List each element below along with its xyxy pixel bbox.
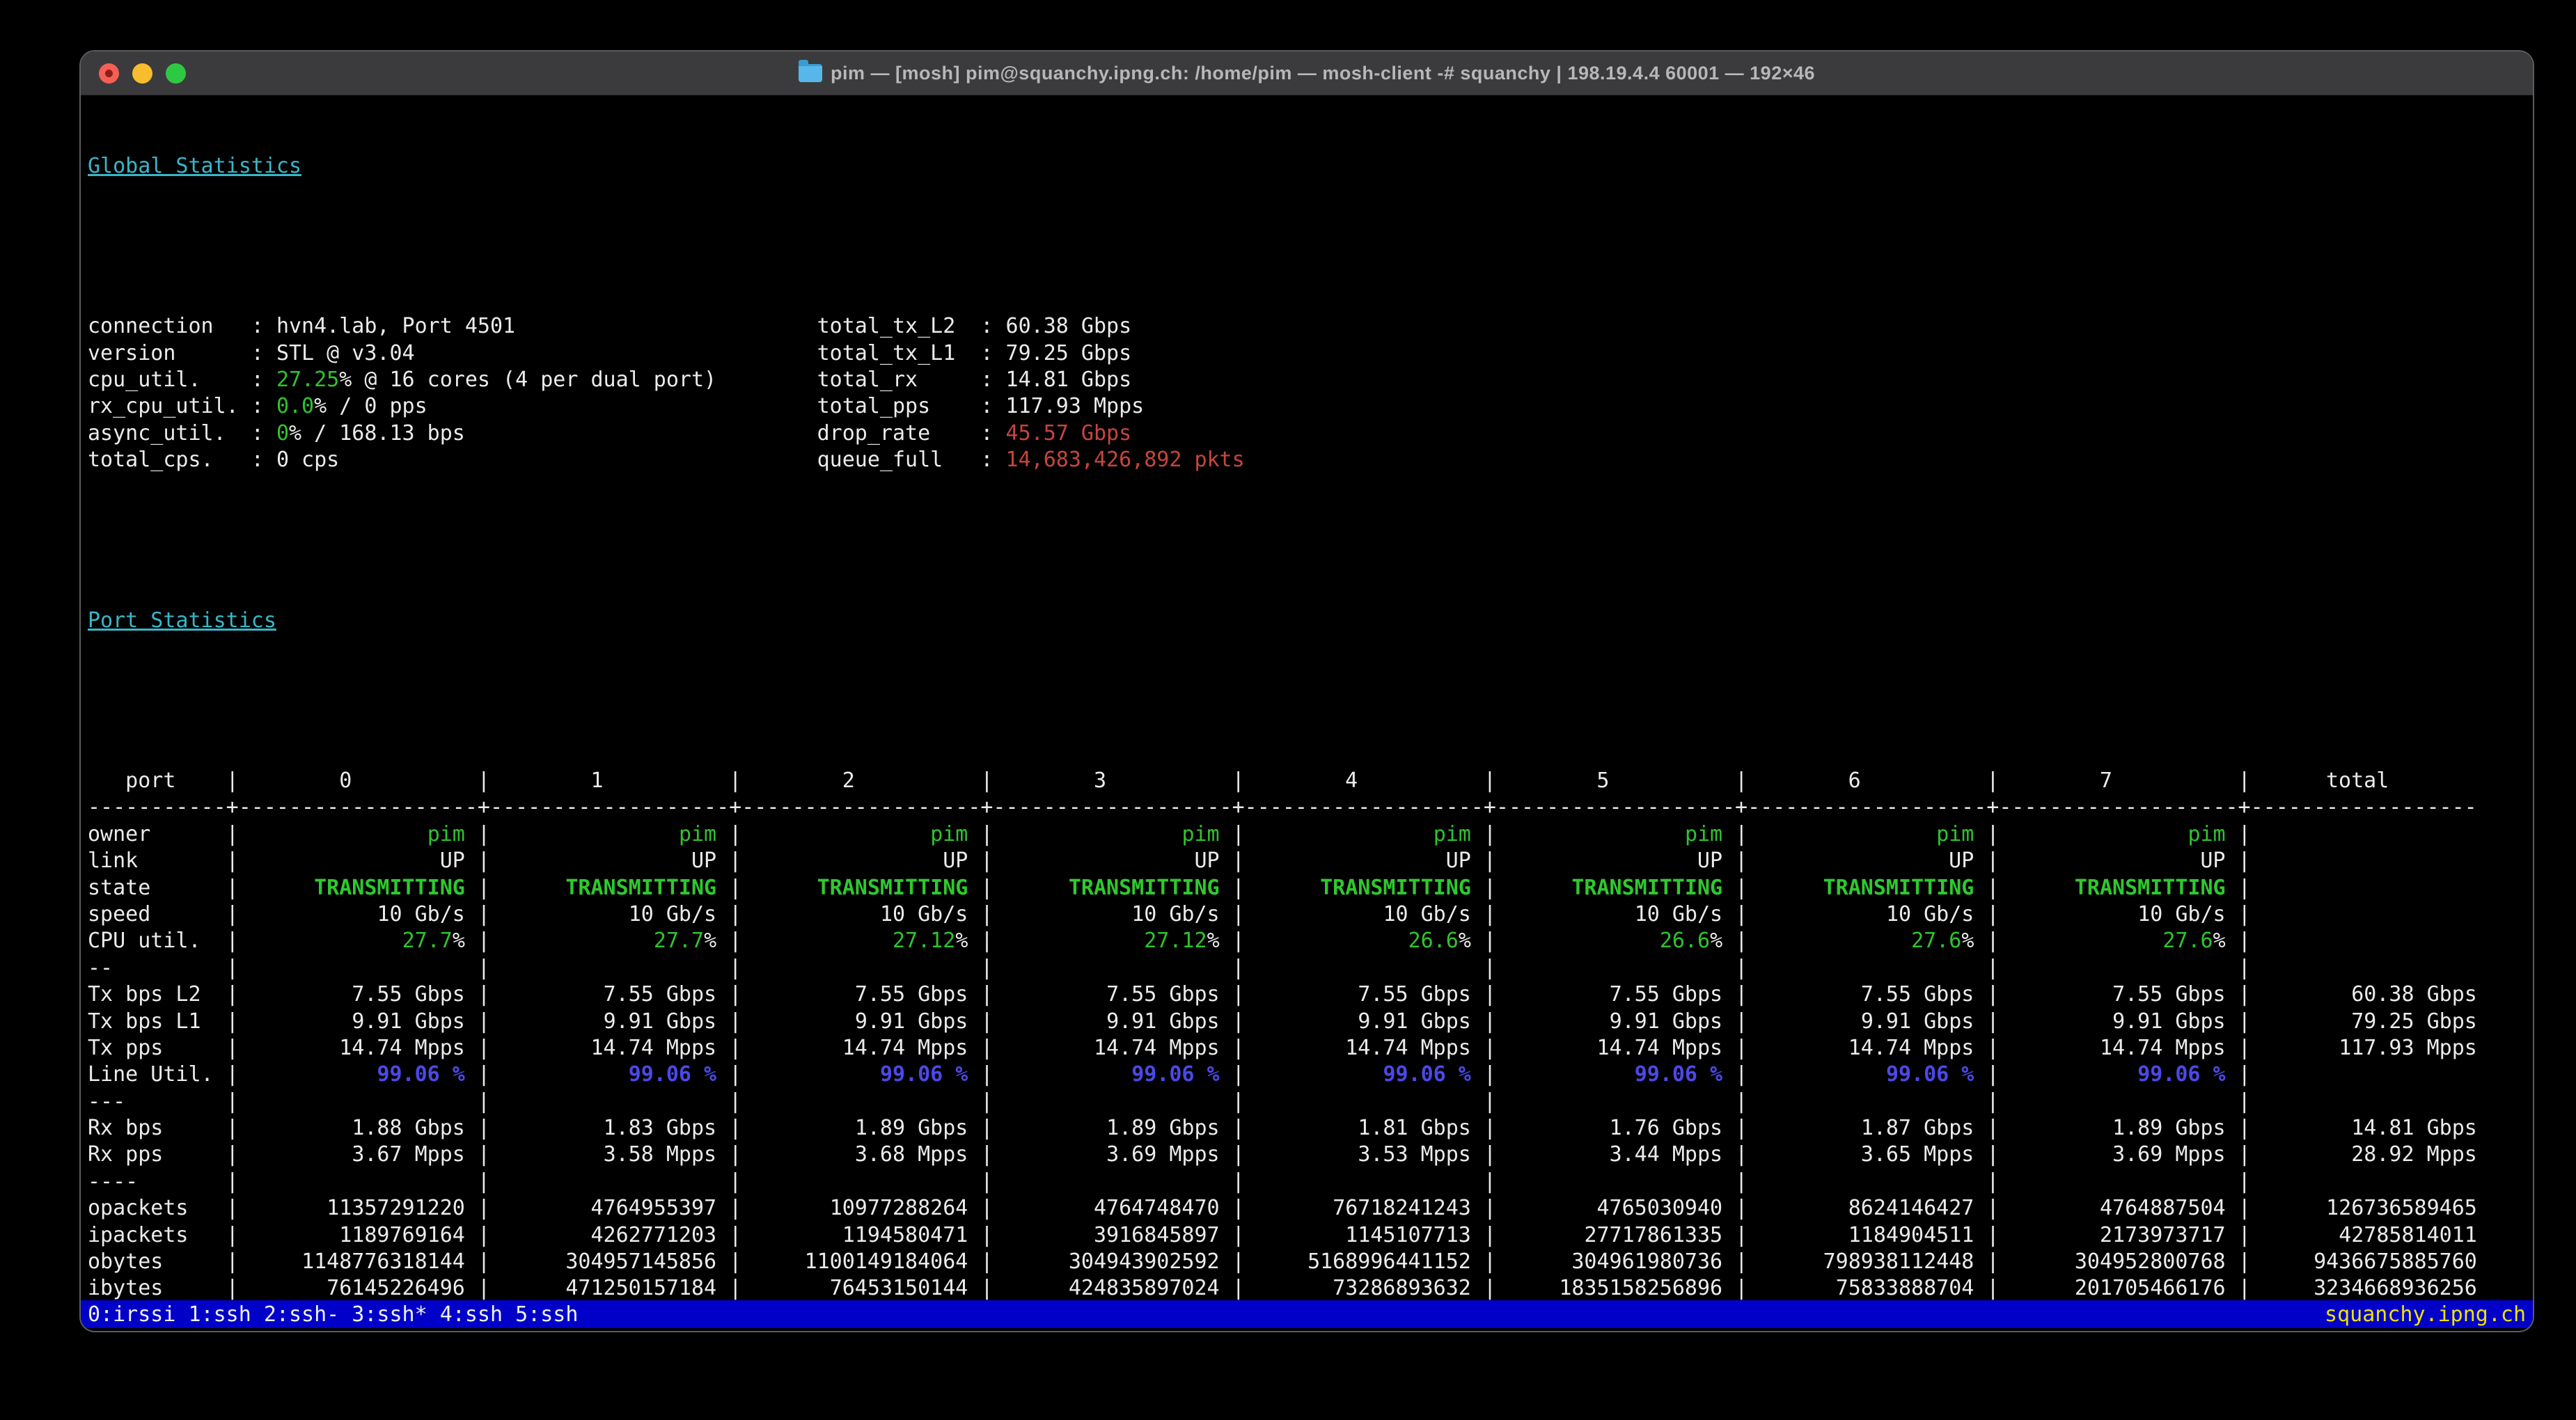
- table-row: Tx pps | 14.74 Mpps | 14.74 Mpps | 14.74…: [88, 1035, 2533, 1062]
- table-separator-row: --- | | | | | | | | |: [88, 1089, 2533, 1115]
- table-row: speed | 10 Gb/s | 10 Gb/s | 10 Gb/s | 10…: [88, 901, 2533, 928]
- table-row: owner | pim | pim | pim | pim | pim | pi…: [88, 821, 2533, 848]
- table-row: obytes | 1148776318144 | 304957145856 | …: [88, 1249, 2533, 1275]
- table-row: ipackets | 1189769164 | 4262771203 | 119…: [88, 1222, 2533, 1249]
- desktop-background: pim — [mosh] pim@squanchy.ipng.ch: /home…: [0, 0, 2576, 1420]
- table-row: link | UP | UP | UP | UP | UP | UP | UP …: [88, 848, 2533, 874]
- table-row: Tx bps L2 | 7.55 Gbps | 7.55 Gbps | 7.55…: [88, 981, 2533, 1008]
- global-statistics-block: connection : hvn4.lab, Port 4501 total_t…: [88, 313, 2533, 473]
- window-titlebar[interactable]: pim — [mosh] pim@squanchy.ipng.ch: /home…: [81, 52, 2533, 95]
- global-stat-line: cpu_util. : 27.25% @ 16 cores (4 per dua…: [88, 367, 2533, 393]
- table-separator-row: ---- | | | | | | | | |: [88, 1169, 2533, 1195]
- table-separator-line: -----------+-------------------+--------…: [88, 794, 2533, 821]
- window-title-area: pim — [mosh] pim@squanchy.ipng.ch: /home…: [81, 63, 2533, 84]
- table-row: Tx bps L1 | 9.91 Gbps | 9.91 Gbps | 9.91…: [88, 1009, 2533, 1035]
- folder-icon: [799, 64, 822, 82]
- global-stat-line: connection : hvn4.lab, Port 4501 total_t…: [88, 313, 2533, 340]
- table-header-row: port | 0 | 1 | 2 | 3 | 4 | 5 | 6 | 7 | t…: [88, 768, 2533, 794]
- table-row: Line Util. | 99.06 % | 99.06 % | 99.06 %…: [88, 1062, 2533, 1088]
- port-statistics-heading: Port Statistics: [88, 608, 2533, 634]
- port-statistics-table: port | 0 | 1 | 2 | 3 | 4 | 5 | 6 | 7 | t…: [88, 768, 2533, 1332]
- table-row: Rx pps | 3.67 Mpps | 3.58 Mpps | 3.68 Mp…: [88, 1142, 2533, 1168]
- terminal-window: pim — [mosh] pim@squanchy.ipng.ch: /home…: [79, 50, 2534, 1332]
- table-row: ibytes | 76145226496 | 471250157184 | 76…: [88, 1275, 2533, 1302]
- global-statistics-heading: Global Statistics: [88, 153, 2533, 180]
- table-row: Rx bps | 1.88 Gbps | 1.83 Gbps | 1.89 Gb…: [88, 1115, 2533, 1142]
- global-stat-line: total_cps. : 0 cps queue_full : 14,683,4…: [88, 447, 2533, 473]
- table-row: rx-pkts | 1.19 Gpkts | 4.26 Gpkts | 1.19…: [88, 1329, 2533, 1332]
- tmux-hostname: squanchy.ipng.ch: [2325, 1302, 2526, 1327]
- global-stat-line: rx_cpu_util. : 0.0% / 0 pps total_pps : …: [88, 393, 2533, 420]
- tmux-windows-list: 0:irssi 1:ssh 2:ssh- 3:ssh* 4:ssh 5:ssh: [88, 1302, 578, 1327]
- table-row: state | TRANSMITTING | TRANSMITTING | TR…: [88, 875, 2533, 901]
- window-title: pim — [mosh] pim@squanchy.ipng.ch: /home…: [831, 63, 1815, 84]
- global-stat-line: version : STL @ v3.04 total_tx_L1 : 79.2…: [88, 340, 2533, 367]
- table-separator-row: -- | | | | | | | | |: [88, 955, 2533, 981]
- global-stat-line: async_util. : 0% / 168.13 bps drop_rate …: [88, 420, 2533, 447]
- table-row: CPU util. | 27.7% | 27.7% | 27.12% | 27.…: [88, 928, 2533, 954]
- tmux-status-bar: 0:irssi 1:ssh 2:ssh- 3:ssh* 4:ssh 5:ssh …: [81, 1300, 2533, 1328]
- terminal-content[interactable]: Global Statistics connection : hvn4.lab,…: [81, 95, 2533, 1331]
- table-row: opackets | 11357291220 | 4764955397 | 10…: [88, 1195, 2533, 1222]
